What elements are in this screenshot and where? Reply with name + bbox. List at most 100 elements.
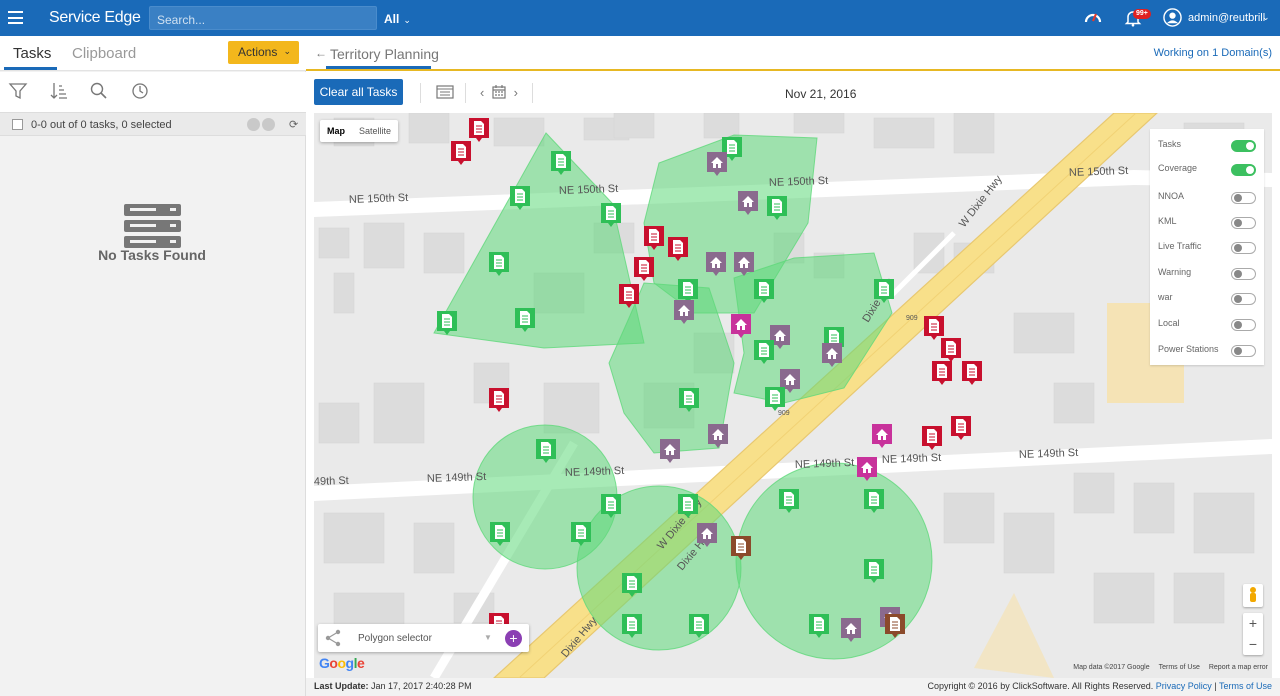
menu-icon[interactable] xyxy=(8,11,23,24)
user-name[interactable]: admin@reutbrill xyxy=(1188,12,1265,24)
user-avatar-icon[interactable] xyxy=(1163,8,1182,27)
street-label: NE 149th St xyxy=(795,457,855,471)
calendar-icon[interactable] xyxy=(492,85,506,99)
report-map-error-link[interactable]: Report a map error xyxy=(1209,664,1268,671)
layer-label: Tasks xyxy=(1158,139,1182,149)
layer-toggle[interactable] xyxy=(1231,293,1256,305)
actions-button[interactable]: Actions ⌄ xyxy=(228,41,299,64)
building xyxy=(363,222,405,269)
top-bar: Service Edge Search... All ⌄ 99+ admin@re… xyxy=(0,0,1280,36)
current-date: Nov 21, 2016 xyxy=(785,87,857,101)
task-document-icon[interactable] xyxy=(451,141,471,165)
building xyxy=(1193,492,1255,554)
street-label: NE 149th St xyxy=(882,452,942,466)
layer-toggle[interactable] xyxy=(1231,242,1256,254)
tasks-panel: Tasks Clipboard Actions ⌄ 0-0 out of 0 ta… xyxy=(0,36,306,696)
clock-icon[interactable] xyxy=(130,81,150,101)
sort-icon[interactable] xyxy=(49,81,69,101)
building xyxy=(1093,572,1155,624)
layer-label: Local xyxy=(1158,318,1180,328)
clear-all-tasks-button[interactable]: Clear all Tasks xyxy=(314,79,403,105)
divider xyxy=(465,83,466,103)
page-title[interactable]: Territory Planning xyxy=(330,46,439,62)
search-input[interactable]: Search... xyxy=(149,6,377,30)
previous-day-icon[interactable]: ‹ xyxy=(480,85,484,100)
street-label: NE 149th St xyxy=(427,471,487,485)
territory-header: ← Territory Planning Working on 1 Domain… xyxy=(306,36,1280,71)
zoom-in-button[interactable]: + xyxy=(1243,613,1263,634)
building xyxy=(373,382,425,444)
refresh-icon[interactable]: ⟳ xyxy=(289,118,298,131)
street-view-pegman-icon[interactable] xyxy=(1243,584,1263,607)
map-toolbar: Clear all Tasks ‹ › Nov 21, 2016 xyxy=(306,73,1280,113)
task-document-icon[interactable] xyxy=(469,118,489,142)
layer-label: war xyxy=(1158,292,1173,302)
pagination-dots[interactable] xyxy=(247,118,277,136)
task-document-icon[interactable] xyxy=(634,257,654,281)
layer-toggle[interactable] xyxy=(1231,319,1256,331)
task-document-icon[interactable] xyxy=(765,387,785,411)
copyright: Copyright © 2016 by ClickSoftware. All R… xyxy=(928,681,1272,691)
layer-toggle[interactable] xyxy=(1231,217,1256,229)
divider xyxy=(420,83,421,103)
layer-toggle[interactable] xyxy=(1231,164,1256,176)
task-document-icon[interactable] xyxy=(932,361,952,385)
task-document-icon[interactable] xyxy=(962,361,982,385)
title-underline xyxy=(326,66,431,69)
map-type-toggle: Map Satellite xyxy=(320,120,399,142)
add-polygon-button[interactable]: + xyxy=(505,630,522,647)
map-terms-link[interactable]: Terms of Use xyxy=(1159,664,1200,671)
task-document-icon[interactable] xyxy=(941,338,961,362)
share-icon[interactable] xyxy=(324,629,342,647)
building xyxy=(873,117,935,149)
building xyxy=(1073,472,1115,514)
map-type-map[interactable]: Map xyxy=(320,120,352,142)
select-all-checkbox[interactable] xyxy=(12,119,23,130)
next-day-icon[interactable]: › xyxy=(514,85,518,100)
layer-toggle[interactable] xyxy=(1231,140,1256,152)
panel-tabs: Tasks Clipboard Actions ⌄ xyxy=(0,36,306,71)
layer-label: NNOA xyxy=(1158,191,1185,201)
layer-toggle[interactable] xyxy=(1231,192,1256,204)
building xyxy=(318,227,350,259)
street-label: NE 150th St xyxy=(1069,165,1129,179)
street-label: NE 149th St xyxy=(1019,447,1079,461)
tab-tasks[interactable]: Tasks xyxy=(13,45,51,62)
search-scope-select[interactable]: All ⌄ xyxy=(384,12,411,26)
tab-clipboard[interactable]: Clipboard xyxy=(72,45,136,62)
gauge-icon[interactable] xyxy=(1084,9,1102,27)
layer-toggle[interactable] xyxy=(1231,268,1256,280)
map-canvas[interactable]: NE 150th St NE 150th St NE 150th St NE 150t… xyxy=(314,113,1272,678)
task-document-icon[interactable] xyxy=(489,388,509,412)
task-document-icon[interactable] xyxy=(924,316,944,340)
chevron-down-icon[interactable]: ⌄ xyxy=(1262,12,1270,23)
terms-of-use-link[interactable]: Terms of Use xyxy=(1219,681,1272,691)
street-label: NE 149th St xyxy=(565,465,625,479)
building xyxy=(1053,382,1095,424)
map-type-satellite[interactable]: Satellite xyxy=(352,120,398,142)
filter-icon[interactable] xyxy=(8,81,28,101)
building xyxy=(423,232,465,274)
privacy-policy-link[interactable]: Privacy Policy xyxy=(1156,681,1212,691)
task-document-icon[interactable] xyxy=(922,426,942,450)
polygon-selector[interactable]: Polygon selector ▼ + xyxy=(318,624,529,652)
chevron-down-icon[interactable]: ▼ xyxy=(484,633,492,642)
active-tab-indicator xyxy=(4,67,57,70)
domain-link[interactable]: Working on 1 Domain(s) xyxy=(1154,47,1272,59)
resource-home-icon[interactable] xyxy=(660,439,680,463)
search-icon[interactable] xyxy=(89,81,109,101)
task-tools xyxy=(0,72,306,112)
back-arrow-icon[interactable]: ← xyxy=(315,46,327,60)
building xyxy=(953,113,995,154)
layer-toggle[interactable] xyxy=(1231,345,1256,357)
layer-nnoa: NNOA xyxy=(1158,191,1262,205)
zoom-out-button[interactable]: − xyxy=(1243,634,1263,655)
task-document-icon[interactable] xyxy=(951,416,971,440)
map-base[interactable]: NE 150th St NE 150th St NE 150th St NE 150t… xyxy=(314,113,1272,678)
layer-kml: KML xyxy=(1158,216,1262,230)
map-data-credit: Map data ©2017 Google xyxy=(1073,664,1150,671)
footer-separator: | xyxy=(1214,681,1217,691)
task-count: 0-0 out of 0 tasks, 0 selected xyxy=(31,119,172,131)
list-view-icon[interactable] xyxy=(436,84,454,100)
resource-home-icon[interactable] xyxy=(872,424,892,448)
